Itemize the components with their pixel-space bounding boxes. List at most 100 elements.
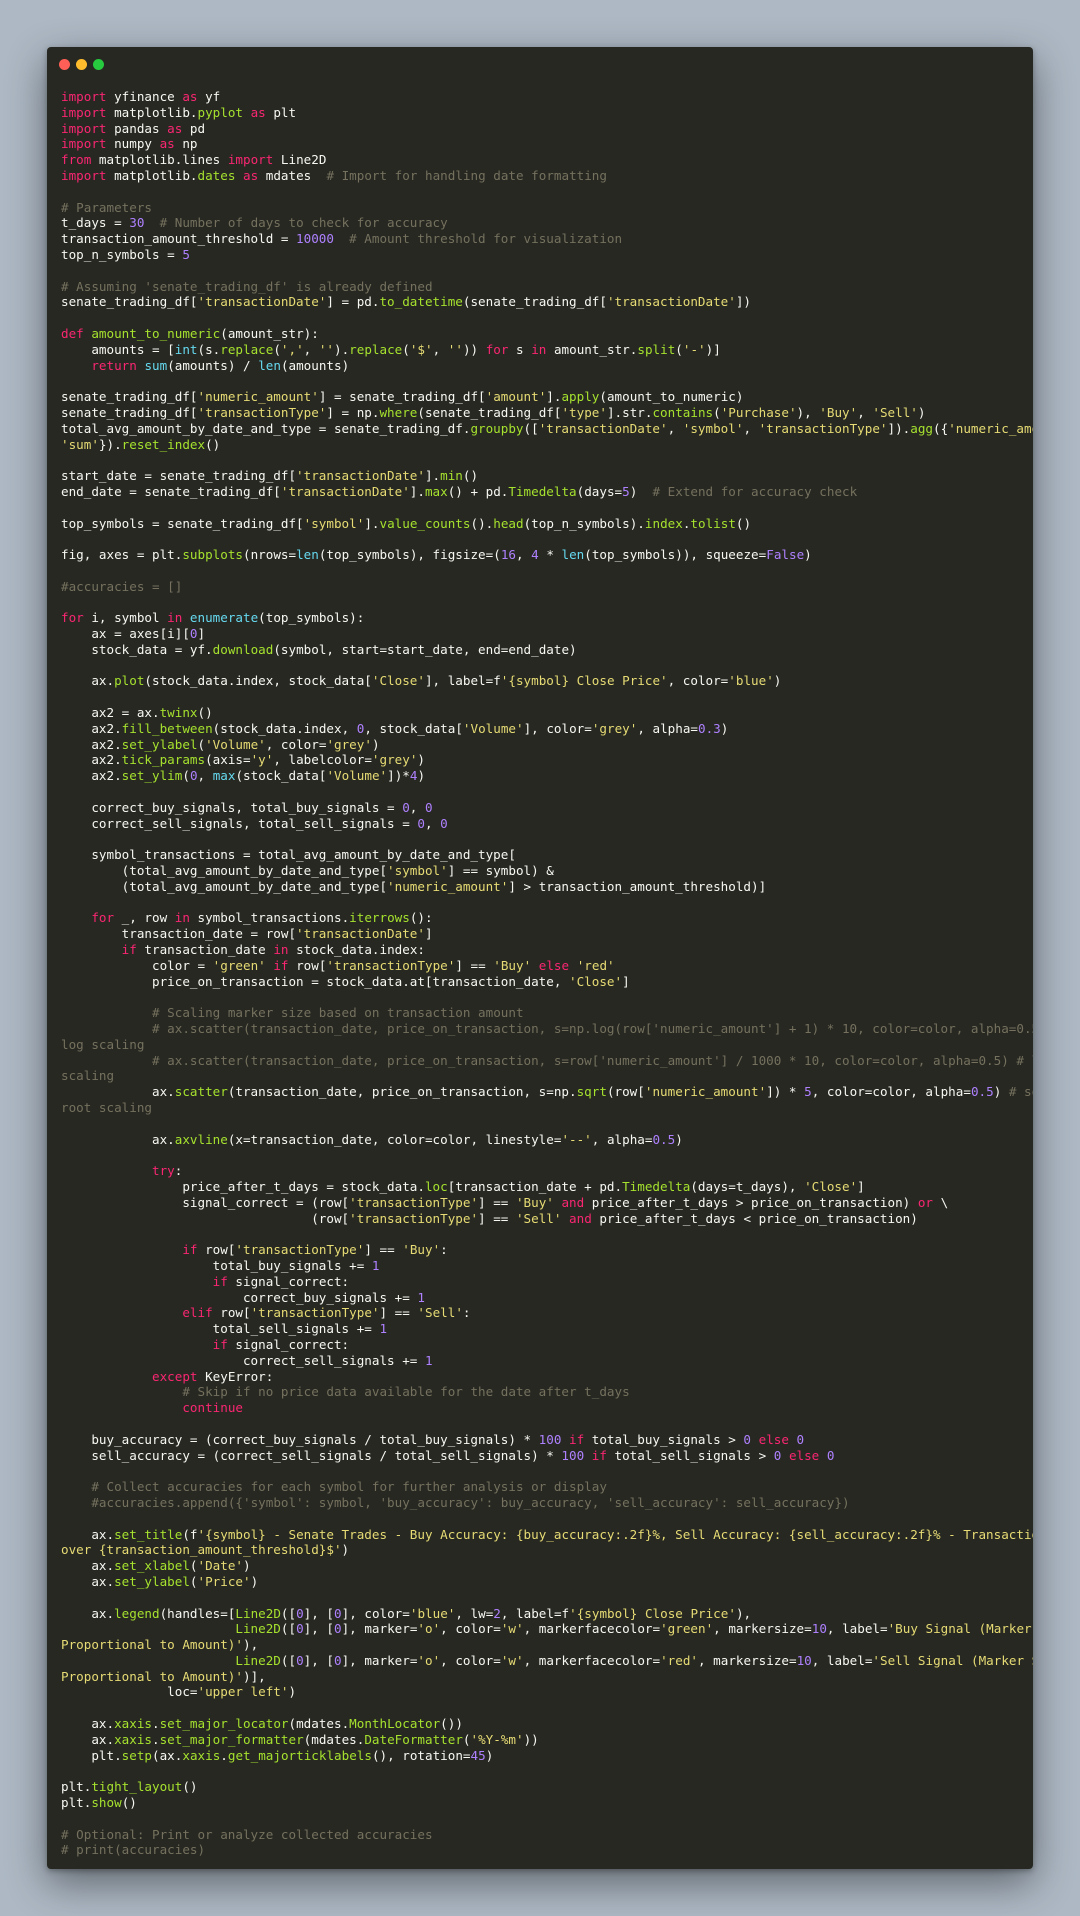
- code-token: (amounts): [280, 357, 350, 373]
- code-line: correct_buy_signals, total_buy_signals =…: [61, 800, 1021, 816]
- code-token: Proportional to Amount)': [61, 1637, 243, 1653]
- code-token: ([: [280, 1605, 297, 1621]
- code-token: amount_to_numeric: [91, 325, 221, 341]
- code-token: (stock_data[: [235, 768, 327, 784]
- code-token: (): [197, 705, 213, 721]
- code-token: in: [273, 942, 289, 958]
- code-line: price_on_transaction = stock_data.at[tra…: [61, 974, 1021, 990]
- code-token: ax.: [61, 1731, 115, 1747]
- code-token: ): [417, 752, 425, 768]
- code-token: (: [675, 341, 683, 357]
- code-token: buy_accuracy = (correct_buy_signals / to…: [61, 1431, 539, 1447]
- code-token: price_after_t_days < price_on_transactio…: [591, 1210, 918, 1226]
- code-token: groupby: [470, 420, 524, 436]
- code-token: ([: [523, 420, 539, 436]
- code-token: 0: [424, 799, 433, 815]
- code-token: Line2D: [273, 152, 327, 168]
- code-token: if: [121, 942, 137, 958]
- code-line: plt.show(): [61, 1795, 1021, 1811]
- code-token: Proportional to Amount)': [61, 1668, 243, 1684]
- code-token: 'y': [250, 752, 274, 768]
- code-token: (), rotation=: [371, 1747, 471, 1763]
- code-token: (row[: [61, 1210, 350, 1226]
- code-token: )): [462, 341, 486, 357]
- code-token: total_sell_signals >: [606, 1447, 774, 1463]
- code-token: '{symbol} - Senate Trades - Buy Accuracy…: [197, 1526, 1034, 1542]
- code-token: row[: [212, 1305, 251, 1321]
- close-window-button[interactable]: [59, 59, 70, 70]
- code-token: 0: [334, 1605, 342, 1621]
- code-line: from matplotlib.lines import Line2D: [61, 152, 1021, 168]
- code-token: (mdates.: [288, 1716, 350, 1732]
- code-line: try:: [61, 1163, 1021, 1179]
- code-token: else: [538, 957, 570, 973]
- code-token: .: [152, 1731, 160, 1747]
- code-token: '': [447, 341, 463, 357]
- code-token: matplotlib.: [106, 104, 198, 120]
- code-token: 'amount': [485, 389, 547, 405]
- code-token: as: [250, 104, 266, 120]
- code-token: xaxis: [114, 1731, 152, 1747]
- code-token: _, row: [114, 910, 175, 926]
- code-token: # ax.scatter(transaction_date, price_on_…: [152, 1021, 1033, 1037]
- code-line: amounts = [int(s.replace(',', '').replac…: [61, 342, 1021, 358]
- code-token: 0: [417, 815, 425, 831]
- code-line: ax.set_xlabel('Date'): [61, 1558, 1021, 1574]
- code-token: 10000: [296, 231, 334, 247]
- code-token: 0: [296, 1605, 304, 1621]
- code-token: , label=f: [500, 1605, 570, 1621]
- code-token: in: [531, 341, 547, 357]
- code-token: 2: [493, 1605, 501, 1621]
- code-token: ].: [424, 468, 441, 484]
- code-token: over {transaction_amount_threshold}$': [61, 1542, 342, 1558]
- code-token: , lw=: [455, 1605, 494, 1621]
- code-token: ]).: [887, 420, 911, 436]
- code-token: ] > transaction_amount_threshold)]: [508, 878, 767, 894]
- code-token: DateFormatter: [364, 1731, 463, 1747]
- code-token: ,: [424, 815, 441, 831]
- code-token: ax.: [61, 1084, 175, 1100]
- code-line: import pandas as pd: [61, 121, 1021, 137]
- minimize-window-button[interactable]: [76, 59, 87, 70]
- code-token: correct_buy_signals, total_buy_signals =: [61, 799, 403, 815]
- code-block: import yfinance as yf import matplotlib.p…: [61, 89, 1033, 1858]
- code-token: 'o': [417, 1621, 441, 1637]
- code-line: ax.axvline(x=transaction_date, color=col…: [61, 1132, 1021, 1148]
- code-token: ] = np.: [326, 404, 380, 420]
- code-line: import yfinance as yf: [61, 89, 1021, 105]
- code-token: ): [288, 1684, 297, 1700]
- code-token: (stock_data.index,: [212, 720, 357, 736]
- code-line: import numpy as np: [61, 136, 1021, 152]
- code-token: (: [197, 736, 206, 752]
- maximize-window-button[interactable]: [93, 59, 104, 70]
- code-token: 'type': [561, 404, 607, 420]
- code-token: 'transactionDate': [538, 420, 668, 436]
- code-line: if transaction_date in stock_data.index:: [61, 942, 1021, 958]
- code-line: scaling: [61, 1068, 1021, 1084]
- code-token: numpy: [106, 136, 160, 152]
- code-token: ] = senate_trading_df[: [318, 389, 486, 405]
- code-token: # Skip if no price data available for th…: [182, 1384, 630, 1400]
- code-line: buy_accuracy = (correct_buy_signals / to…: [61, 1432, 1021, 1448]
- code-token: () + pd.: [447, 483, 509, 499]
- code-token: max: [424, 483, 448, 499]
- code-line: senate_trading_df['numeric_amount'] = se…: [61, 389, 1021, 405]
- code-token: ] ==: [455, 957, 494, 973]
- code-line: ax2.set_ylabel('Volume', color='grey'): [61, 737, 1021, 753]
- code-token: signal_correct:: [227, 1273, 350, 1289]
- code-token: row[: [288, 957, 327, 973]
- code-token: , color=: [265, 736, 327, 752]
- code-token: ,: [303, 341, 319, 357]
- code-token: 'Volume': [326, 768, 388, 784]
- code-token: contains: [652, 404, 714, 420]
